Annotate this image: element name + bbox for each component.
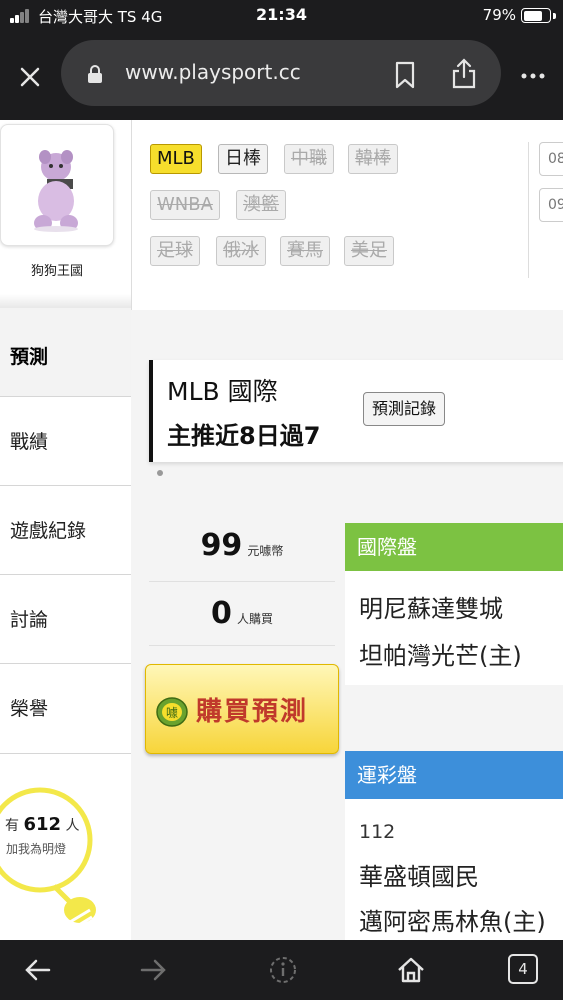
pick-header: 國際盤 <box>345 523 563 571</box>
sport-tag: 俄冰 <box>216 236 266 266</box>
more-icon[interactable] <box>518 61 548 91</box>
buy-prediction-button[interactable]: 噱 購買預測 <box>145 664 339 754</box>
nav-item-record[interactable]: 戰績 <box>0 396 131 485</box>
pick-card-lottery[interactable]: 運彩盤 112 華盛頓國民 邁阿密馬林魚(主) <box>345 751 563 940</box>
pick-header: 運彩盤 <box>345 751 563 799</box>
main-content: MLB 日棒 中職 韓棒 WNBA 澳籃足球 俄冰 賽馬 美足 08 09 MLB 國際 主推近… <box>131 120 563 940</box>
team-name: 華盛頓國民 <box>359 863 479 891</box>
forward-arrow-icon[interactable] <box>137 954 169 986</box>
buyers-count: 0 <box>211 596 232 631</box>
nav-item-label: 遊戲紀錄 <box>10 520 87 542</box>
nav-item-predict[interactable]: 預測 <box>0 308 131 396</box>
prediction-record-button[interactable]: 預測記錄 <box>363 392 446 426</box>
game-number: 112 <box>359 821 396 843</box>
sport-tag: 澳籃 <box>236 190 286 220</box>
team-name: 坦帕灣光芒(主) <box>359 642 522 670</box>
sport-tag: 韓棒 <box>348 144 398 174</box>
sport-tag: WNBA <box>150 190 220 220</box>
coin-icon: 噱 <box>156 697 188 727</box>
fan-caption: 加我為明燈 <box>6 842 67 856</box>
browser-toolbar: 4 <box>0 940 563 1000</box>
battery-icon <box>521 8 551 23</box>
sport-tag: 賽馬 <box>280 236 330 266</box>
buyers-unit: 人購買 <box>236 612 273 626</box>
date-option[interactable]: 08 <box>539 142 563 176</box>
sport-tag[interactable]: 日棒 <box>218 144 268 174</box>
nav-list: 戰績 遊戲紀錄 討論 榮譽 <box>0 396 131 752</box>
pick-card-intl[interactable]: 國際盤 明尼蘇達雙城 坦帕灣光芒(主) <box>345 523 563 685</box>
prediction-title-card: MLB 國際 主推近8日過7 預測記錄 <box>149 360 563 462</box>
username[interactable]: 狗狗王國 <box>0 260 114 279</box>
team-name: 明尼蘇達雙城 <box>359 595 503 623</box>
info-icon[interactable] <box>267 954 299 986</box>
share-icon[interactable] <box>450 57 478 89</box>
fan-count-line: 有 612 人 <box>5 814 79 835</box>
date-option[interactable]: 09 <box>539 188 563 222</box>
address-field[interactable]: www.playsport.cc <box>61 40 501 106</box>
status-bar: 台灣大哥大 TS 4G 21:34 79% <box>0 0 563 34</box>
price-unit: 元噱幣 <box>247 544 284 558</box>
buyers-row: 0 人購買 <box>149 584 335 646</box>
back-arrow-icon[interactable] <box>22 954 54 986</box>
tabs-button[interactable]: 4 <box>508 954 538 984</box>
url-text: www.playsport.cc <box>125 60 301 84</box>
sport-tag: 足球 <box>150 236 200 266</box>
close-icon[interactable] <box>14 61 46 93</box>
divider <box>0 294 131 308</box>
coin-label: 噱 <box>166 706 178 720</box>
nav-item-label: 戰績 <box>10 431 49 453</box>
divider <box>528 142 529 278</box>
team-name: 邁阿密馬林魚(主) <box>359 908 546 936</box>
fan-suffix: 人 <box>65 818 80 834</box>
home-icon[interactable] <box>395 954 427 986</box>
lock-icon <box>87 65 103 83</box>
nav-item-discussion[interactable]: 討論 <box>0 574 131 663</box>
avatar-card[interactable] <box>0 124 114 246</box>
battery-percent: 79% <box>482 6 516 24</box>
avatar <box>21 145 91 235</box>
sport-tag: 中職 <box>284 144 334 174</box>
lightbulb-icon <box>0 782 102 932</box>
fan-prefix: 有 <box>5 818 19 834</box>
prediction-subtitle: 主推近8日過7 <box>167 422 321 450</box>
clock: 21:34 <box>256 5 307 24</box>
nav-item-label: 討論 <box>10 609 49 631</box>
sidebar: 狗狗王國 預測 戰績 遊戲紀錄 討論 榮譽 有 612 人 加我為明燈 <box>0 120 131 940</box>
nav-item-honors[interactable]: 榮譽 <box>0 663 131 752</box>
nav-item-label: 榮譽 <box>10 698 49 720</box>
prediction-title: MLB 國際 <box>167 377 278 406</box>
nav-item-game-log[interactable]: 遊戲紀錄 <box>0 485 131 574</box>
browser-url-bar: www.playsport.cc <box>0 34 563 120</box>
price-value: 99 <box>200 528 243 563</box>
bullet-dot <box>157 470 163 476</box>
buy-button-label: 購買預測 <box>196 697 309 727</box>
battery-tip <box>553 13 556 19</box>
bookmark-icon[interactable] <box>392 61 418 89</box>
nav-item-label: 預測 <box>10 346 49 368</box>
sport-filter: MLB 日棒 中職 韓棒 WNBA 澳籃足球 俄冰 賽馬 美足 08 09 <box>131 120 563 310</box>
fan-lightbulb-widget[interactable]: 有 612 人 加我為明燈 <box>0 753 131 940</box>
price-panel: 99 元噱幣 0 人購買 <box>149 520 335 650</box>
sport-tag[interactable]: MLB <box>150 144 202 174</box>
fan-count: 612 <box>23 814 62 835</box>
price-row: 99 元噱幣 <box>149 520 335 582</box>
sport-tag: 美足 <box>344 236 394 266</box>
